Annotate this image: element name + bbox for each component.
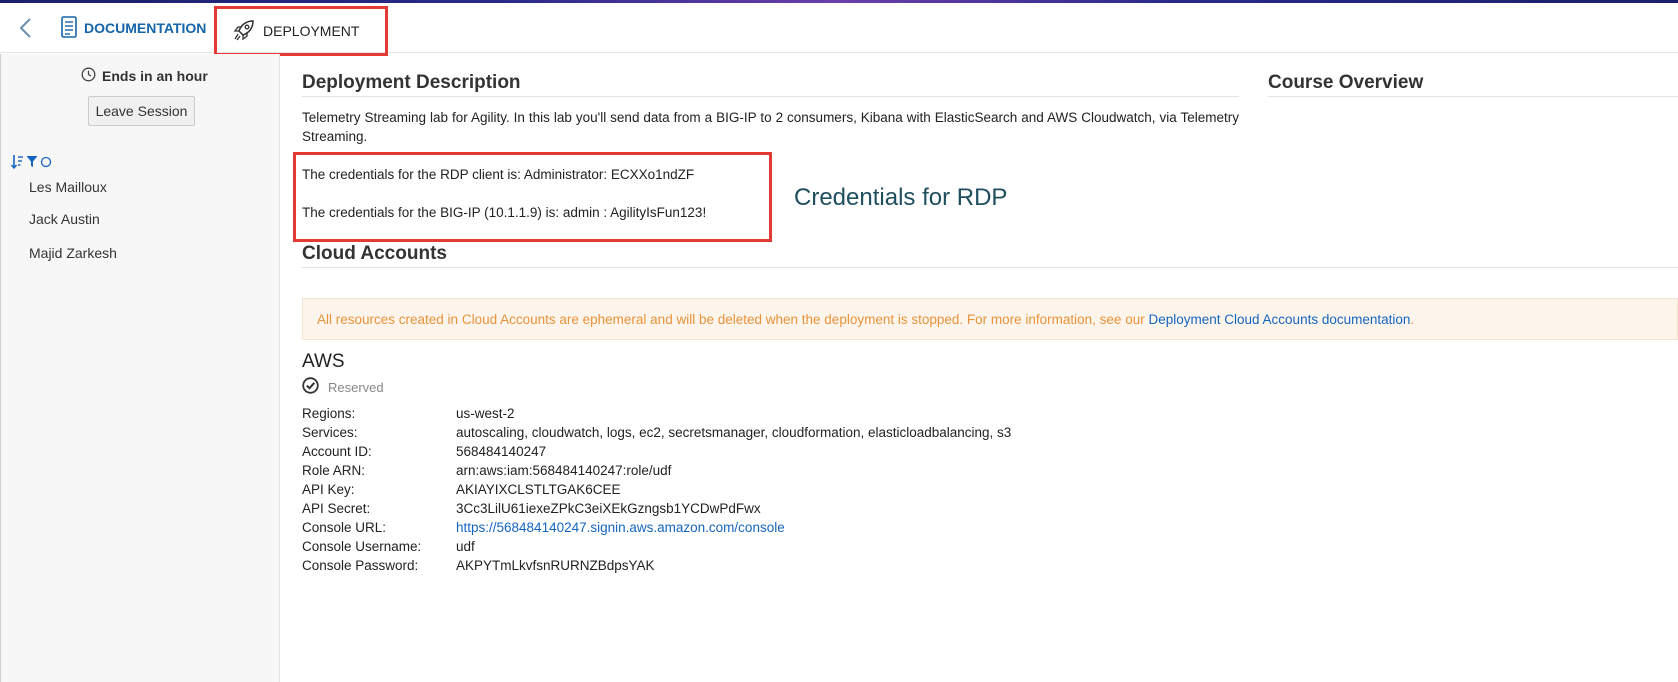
clock-icon [81, 67, 96, 85]
detail-value: https://568484140247.signin.aws.amazon.c… [456, 518, 785, 537]
sort-icon[interactable] [10, 154, 24, 174]
list-item[interactable]: Les Mailloux [29, 179, 107, 195]
course-overview-heading: Course Overview [1268, 72, 1678, 97]
session-timer: Ends in an hour [81, 67, 208, 85]
tab-deployment-label: DEPLOYMENT [263, 23, 360, 39]
top-nav-bar: DOCUMENTATION DEPLOYMENT [0, 3, 1678, 56]
detail-key: Account ID: [302, 444, 372, 459]
provider-title: AWS [302, 351, 345, 372]
list-item[interactable]: Jack Austin [29, 211, 100, 227]
detail-value: autoscaling, cloudwatch, logs, ec2, secr… [456, 425, 1012, 440]
detail-row-console-url: Console URL: https://568484140247.signin… [302, 518, 1011, 537]
deployment-description-text: Telemetry Streaming lab for Agility. In … [302, 110, 1239, 144]
notice-end: . [1410, 311, 1415, 327]
rdp-credentials: The credentials for the RDP client is: A… [302, 167, 695, 182]
detail-row-regions: Regions: us-west-2 [302, 404, 1011, 423]
detail-row-services: Services: autoscaling, cloudwatch, logs,… [302, 423, 1011, 442]
circle-icon[interactable] [40, 155, 52, 173]
detail-key: Console URL: [302, 520, 387, 535]
detail-value: us-west-2 [456, 406, 515, 421]
deployment-description-heading: Deployment Description [302, 72, 1239, 97]
check-circle-icon [302, 377, 319, 397]
detail-row-account-id: Account ID: 568484140247 [302, 442, 1011, 461]
detail-key: API Key: [302, 482, 355, 497]
main-content: Deployment Description Course Overview T… [280, 54, 1678, 682]
detail-row-console-username: Console Username: udf [302, 537, 1011, 556]
detail-key: Console Username: [302, 539, 422, 554]
list-item[interactable]: Majid Zarkesh [29, 245, 117, 261]
notice-text: All resources created in Cloud Accounts … [317, 311, 1145, 327]
cloud-accounts-docs-link[interactable]: Deployment Cloud Accounts documentation [1148, 312, 1410, 327]
leave-session-button[interactable]: Leave Session [88, 96, 195, 126]
detail-key: Console Password: [302, 558, 419, 573]
highlight-box [293, 152, 772, 242]
detail-row-console-password: Console Password: AKPYTmLkvfsnRURNZBdpsY… [302, 556, 1011, 575]
detail-row-role-arn: Role ARN: arn:aws:iam:568484140247:role/… [302, 461, 1011, 480]
session-timer-label: Ends in an hour [102, 68, 208, 84]
detail-key: Regions: [302, 406, 356, 421]
detail-row-api-secret: API Secret: 3Cc3LilU61iexeZPkC3eiXEkGzng… [302, 499, 1011, 518]
detail-value: 568484140247 [456, 444, 547, 459]
credentials-annotation: Credentials for RDP [794, 184, 1008, 211]
console-url-link[interactable]: https://568484140247.signin.aws.amazon.c… [456, 520, 785, 535]
documentation-icon [60, 15, 78, 41]
detail-value: arn:aws:iam:568484140247:role/udf [456, 463, 672, 478]
tab-documentation-label: DOCUMENTATION [84, 20, 207, 36]
detail-key: Services: [302, 425, 358, 440]
status-badge: Reserved [302, 377, 384, 397]
bigip-credentials: The credentials for the BIG-IP (10.1.1.9… [302, 205, 707, 220]
rocket-icon [233, 19, 255, 44]
back-icon [19, 18, 31, 38]
status-label: Reserved [328, 379, 384, 395]
tab-deployment[interactable]: DEPLOYMENT [214, 6, 388, 56]
detail-value: AKPYTmLkvfsnRURNZBdpsYAK [456, 558, 655, 573]
detail-value: AKIAYIXCLSTLTGAK6CEE [456, 482, 621, 497]
tab-documentation[interactable]: DOCUMENTATION [60, 3, 206, 53]
sidebar: Ends in an hour Leave Session Les Maillo… [0, 54, 280, 682]
back-button[interactable] [14, 15, 38, 41]
cloud-accounts-notice: All resources created in Cloud Accounts … [302, 298, 1678, 340]
filter-icon[interactable] [26, 155, 38, 173]
detail-value: udf [456, 539, 475, 554]
list-controls [10, 154, 52, 174]
account-details: Regions: us-west-2 Services: autoscaling… [302, 404, 1011, 575]
detail-key: Role ARN: [302, 463, 366, 478]
detail-key: API Secret: [302, 501, 371, 516]
detail-row-api-key: API Key: AKIAYIXCLSTLTGAK6CEE [302, 480, 1011, 499]
detail-value: 3Cc3LilU61iexeZPkC3eiXEkGzngsb1YCDwPdFwx [456, 501, 761, 516]
cloud-accounts-heading: Cloud Accounts [302, 243, 1678, 268]
